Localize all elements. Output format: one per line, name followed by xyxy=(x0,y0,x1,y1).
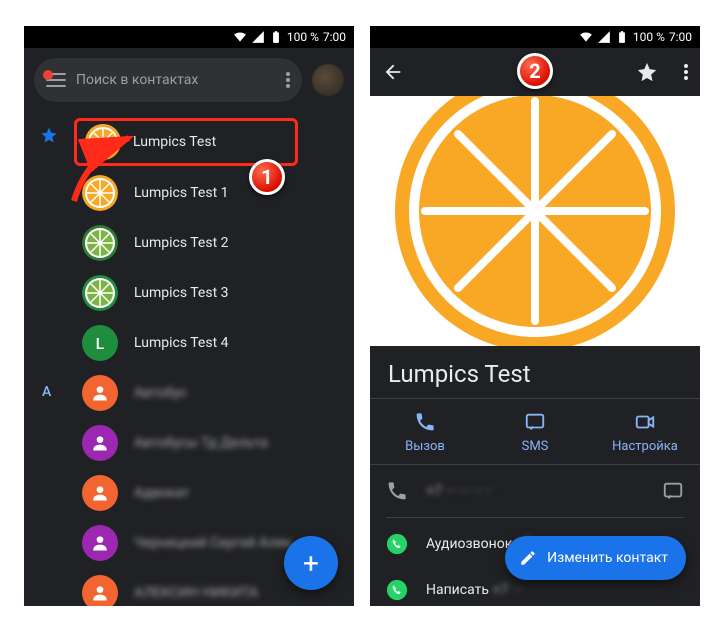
arrow-icon xyxy=(54,126,164,216)
contact-item[interactable]: Lumpics Test 3 xyxy=(24,268,354,318)
avatar-person xyxy=(82,425,118,461)
action-sms[interactable]: SMS xyxy=(480,399,590,464)
search-input[interactable]: Поиск в контактах xyxy=(34,58,302,102)
pencil-icon xyxy=(519,549,537,567)
contact-name: Автобусы Тд Дельта xyxy=(134,435,268,451)
callout-2: 2 xyxy=(517,53,553,89)
avatar-icon xyxy=(82,225,118,261)
status-bar: 100 % 7:00 xyxy=(370,26,700,48)
account-avatar[interactable] xyxy=(312,64,344,96)
action-label: Вызов xyxy=(405,439,445,454)
status-time: 7:00 xyxy=(669,30,692,44)
status-time: 7:00 xyxy=(323,30,346,44)
callout-1: 1 xyxy=(249,159,285,195)
avatar-person xyxy=(82,525,118,561)
whatsapp-icon xyxy=(386,533,408,555)
contact-name: АЛЕКСИН НИКИТА xyxy=(134,585,258,601)
whatsapp-icon xyxy=(386,579,408,601)
star-icon[interactable] xyxy=(636,61,658,83)
action-row: Вызов SMS Настройка xyxy=(370,398,700,465)
edit-contact-fab[interactable]: Изменить контакт xyxy=(505,536,686,580)
phone-number: +7 ··· ··· ·· ·· xyxy=(426,483,644,499)
contact-name: Автобус xyxy=(134,385,187,401)
contact-item[interactable]: Автобус xyxy=(24,368,354,418)
contact-detail-name: Lumpics Test xyxy=(370,346,700,398)
avatar-person xyxy=(82,475,118,511)
action-video[interactable]: Настройка xyxy=(590,399,700,464)
back-icon[interactable] xyxy=(382,61,404,83)
message-icon xyxy=(524,411,546,433)
signal-icon xyxy=(251,30,265,44)
contact-name: Lumpics Test 2 xyxy=(134,235,229,251)
avatar-person xyxy=(82,575,118,606)
wifi-icon xyxy=(233,30,247,44)
phone-icon xyxy=(414,411,436,433)
action-label: SMS xyxy=(522,439,549,454)
contact-name: Lumpics Test 3 xyxy=(134,285,229,301)
signal-icon xyxy=(597,30,611,44)
phone-right: 100 % 7:00 Lumpics Test Вызов xyxy=(370,26,700,606)
contact-name: Lumpics Test 4 xyxy=(134,335,229,351)
contact-hero-image xyxy=(370,96,700,346)
more-vert-icon[interactable] xyxy=(684,64,688,80)
action-label: Настройка xyxy=(612,439,678,454)
contact-name: Чернецкий Сергей Алек... xyxy=(134,535,302,551)
avatar-icon xyxy=(82,275,118,311)
phone-row[interactable]: +7 ··· ··· ·· ·· xyxy=(370,465,700,517)
avatar-person xyxy=(82,375,118,411)
avatar-letter: L xyxy=(82,325,118,361)
more-vert-icon[interactable] xyxy=(286,72,290,88)
status-bar: 100 % 7:00 xyxy=(24,26,354,48)
contact-item[interactable]: Lumpics Test 2 xyxy=(24,218,354,268)
add-contact-fab[interactable]: + xyxy=(284,536,338,590)
phone-left: 100 % 7:00 Поиск в контактах Lumpics Tes… xyxy=(24,26,354,606)
status-battery: 100 % xyxy=(287,30,319,44)
orange-slice-icon xyxy=(385,96,685,346)
contact-item[interactable]: L Lumpics Test 4 xyxy=(24,318,354,368)
contact-item[interactable]: Автобусы Тд Дельта xyxy=(24,418,354,468)
status-battery: 100 % xyxy=(633,30,665,44)
whatsapp-write-label: Написать +7 ··· xyxy=(426,582,523,598)
menu-icon[interactable] xyxy=(46,73,66,87)
search-row: Поиск в контактах xyxy=(24,48,354,110)
action-call[interactable]: Вызов xyxy=(370,399,480,464)
contact-name: Адвокат xyxy=(134,485,189,501)
contact-item[interactable]: Адвокат xyxy=(24,468,354,518)
wifi-icon xyxy=(579,30,593,44)
phone-icon xyxy=(386,480,408,502)
message-icon[interactable] xyxy=(662,480,684,502)
battery-icon xyxy=(615,30,629,44)
edit-contact-label: Изменить контакт xyxy=(547,550,668,566)
search-placeholder: Поиск в контактах xyxy=(76,72,276,88)
battery-icon xyxy=(269,30,283,44)
video-icon xyxy=(634,411,656,433)
